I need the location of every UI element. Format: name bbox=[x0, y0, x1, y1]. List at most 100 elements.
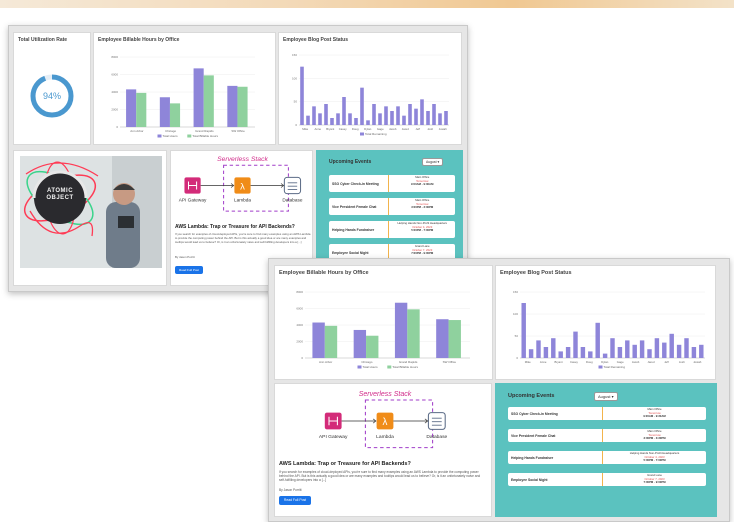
bar-remaining[interactable] bbox=[676, 344, 682, 358]
bar-total-hours[interactable] bbox=[126, 89, 137, 127]
event-row[interactable]: Helping Hands Fundraiser Helping Hands No… bbox=[329, 221, 455, 238]
blog-post-excerpt: If you search for examples of cloud-depl… bbox=[279, 470, 481, 483]
y-tick-label: 0 bbox=[116, 125, 118, 129]
bar-remaining[interactable] bbox=[551, 338, 556, 358]
event-row[interactable]: SSO Cyber Check-in Meeting Main Office Tom… bbox=[508, 407, 706, 420]
bar-remaining[interactable] bbox=[342, 97, 346, 125]
read-full-post-button[interactable]: Read Full Post bbox=[175, 266, 203, 274]
bar-remaining[interactable] bbox=[647, 349, 652, 358]
bar-billable-hours[interactable] bbox=[169, 103, 181, 127]
blog-post-title[interactable]: AWS Lambda: Trap or Treasure for API Bac… bbox=[279, 461, 489, 467]
bar-billable-hours[interactable] bbox=[203, 75, 214, 127]
bar-remaining[interactable] bbox=[602, 353, 608, 358]
event-info: Main Office Tomorrow 9:00AM - 9:30AM bbox=[603, 407, 706, 420]
month-dropdown[interactable]: August ▾ bbox=[594, 392, 618, 401]
bar-billable-hours[interactable] bbox=[324, 325, 338, 358]
bar-remaining[interactable] bbox=[366, 120, 370, 125]
bar-remaining[interactable] bbox=[336, 113, 340, 125]
bar-total-hours[interactable] bbox=[312, 322, 325, 358]
event-row[interactable]: Employee Social Night Grand Lane October 7… bbox=[508, 473, 706, 486]
bar-remaining[interactable] bbox=[372, 104, 376, 125]
bar-remaining[interactable] bbox=[625, 340, 630, 358]
bar-remaining[interactable] bbox=[396, 106, 400, 125]
x-tick-label: SW Office bbox=[231, 129, 245, 133]
bar-billable-hours[interactable] bbox=[237, 86, 248, 127]
bar-remaining[interactable] bbox=[528, 349, 534, 358]
bar-remaining[interactable] bbox=[444, 111, 448, 125]
y-tick-label: 50 bbox=[294, 100, 298, 104]
bar-remaining[interactable] bbox=[580, 347, 586, 358]
bar-billable-hours[interactable] bbox=[136, 92, 147, 127]
bar-remaining[interactable] bbox=[438, 113, 442, 125]
y-tick-label: 0 bbox=[301, 356, 303, 360]
bar-remaining[interactable] bbox=[573, 331, 578, 358]
bar-remaining[interactable] bbox=[378, 113, 382, 125]
bar-remaining[interactable] bbox=[669, 333, 674, 358]
bar-remaining[interactable] bbox=[595, 322, 600, 358]
bar-remaining[interactable] bbox=[617, 347, 623, 358]
bar-remaining[interactable] bbox=[348, 113, 352, 125]
database-label: Database bbox=[426, 434, 447, 440]
bar-billable-hours[interactable] bbox=[366, 335, 379, 358]
event-name: Helping Hands Fundraiser bbox=[508, 451, 604, 464]
x-tick-label: Grand Rapids bbox=[399, 360, 418, 364]
bar-remaining[interactable] bbox=[354, 118, 358, 125]
bar-remaining[interactable] bbox=[684, 338, 689, 358]
bar-remaining[interactable] bbox=[521, 303, 526, 358]
bar-remaining[interactable] bbox=[588, 351, 593, 358]
bar-remaining[interactable] bbox=[402, 115, 406, 125]
bar-remaining[interactable] bbox=[384, 106, 388, 125]
bar-total-hours[interactable] bbox=[394, 302, 408, 358]
bar-billable-hours[interactable] bbox=[448, 320, 461, 358]
bar-remaining[interactable] bbox=[408, 104, 412, 125]
bar-remaining[interactable] bbox=[360, 87, 364, 125]
bar-billable-hours[interactable] bbox=[407, 309, 420, 358]
bar-remaining[interactable] bbox=[312, 106, 316, 125]
bar-remaining[interactable] bbox=[662, 342, 667, 358]
x-tick-label: Doug bbox=[352, 127, 359, 131]
legend-swatch bbox=[387, 365, 392, 369]
event-info: Helping Hands Non-Profit Headquarters Oct… bbox=[389, 221, 455, 238]
bar-total-hours[interactable] bbox=[353, 329, 367, 358]
bar-remaining[interactable] bbox=[610, 338, 615, 358]
legend-label: Total Billable Hours bbox=[392, 365, 418, 369]
bar-remaining[interactable] bbox=[324, 104, 328, 125]
bar-remaining[interactable] bbox=[300, 66, 304, 125]
bar-remaining[interactable] bbox=[330, 118, 334, 125]
x-tick-label: Jared bbox=[648, 360, 655, 364]
blog-post-author: By Jason Porritt bbox=[175, 255, 195, 259]
event-time: 9:00AM - 9:30AM bbox=[411, 182, 434, 187]
event-row[interactable]: Vice President Female Chat Main Office Tom… bbox=[508, 429, 706, 442]
atomic-object-photo: ATOMIC OBJECT bbox=[20, 156, 162, 268]
bar-remaining[interactable] bbox=[426, 111, 430, 125]
event-row[interactable]: Helping Hands Fundraiser Helping Hands No… bbox=[508, 451, 706, 464]
bar-remaining[interactable] bbox=[543, 347, 549, 358]
bar-remaining[interactable] bbox=[390, 111, 394, 125]
bar-remaining[interactable] bbox=[654, 338, 660, 358]
read-full-post-button[interactable]: Read Full Post bbox=[279, 496, 311, 505]
bar-remaining[interactable] bbox=[414, 108, 418, 125]
bar-remaining[interactable] bbox=[565, 347, 571, 358]
bar-remaining[interactable] bbox=[536, 340, 541, 358]
event-row[interactable]: SSO Cyber Check-in Meeting Main Office Tom… bbox=[329, 175, 455, 192]
bar-total-hours[interactable] bbox=[193, 68, 204, 127]
bar-remaining[interactable] bbox=[558, 351, 563, 358]
bar-remaining[interactable] bbox=[420, 99, 424, 125]
bar-remaining[interactable] bbox=[699, 344, 704, 358]
bar-remaining[interactable] bbox=[318, 113, 322, 125]
month-dropdown[interactable]: August ▾ bbox=[422, 158, 444, 166]
bar-total-hours[interactable] bbox=[227, 85, 238, 127]
blog-status-chart: 0 50 100 150 Mike Anne Bryant Casey Doug Dylan Gag… bbox=[292, 53, 449, 136]
bar-remaining[interactable] bbox=[632, 344, 637, 358]
bar-total-hours[interactable] bbox=[159, 97, 170, 127]
utilization-card: Total Utilization Rate 94% bbox=[13, 32, 91, 145]
bar-remaining[interactable] bbox=[639, 340, 645, 358]
event-row[interactable]: Vice President Female Chat Main Office Tom… bbox=[329, 198, 455, 215]
bar-remaining[interactable] bbox=[691, 347, 697, 358]
legend-label: Total Remaining bbox=[604, 365, 626, 369]
bar-remaining[interactable] bbox=[306, 115, 310, 125]
bar-remaining[interactable] bbox=[432, 104, 436, 125]
bar-total-hours[interactable] bbox=[436, 319, 449, 358]
blog-post-title[interactable]: AWS Lambda: Trap or Treasure for API Bac… bbox=[175, 224, 311, 230]
event-info: Main Office Tomorrow 9:00AM - 9:30AM bbox=[389, 175, 455, 192]
